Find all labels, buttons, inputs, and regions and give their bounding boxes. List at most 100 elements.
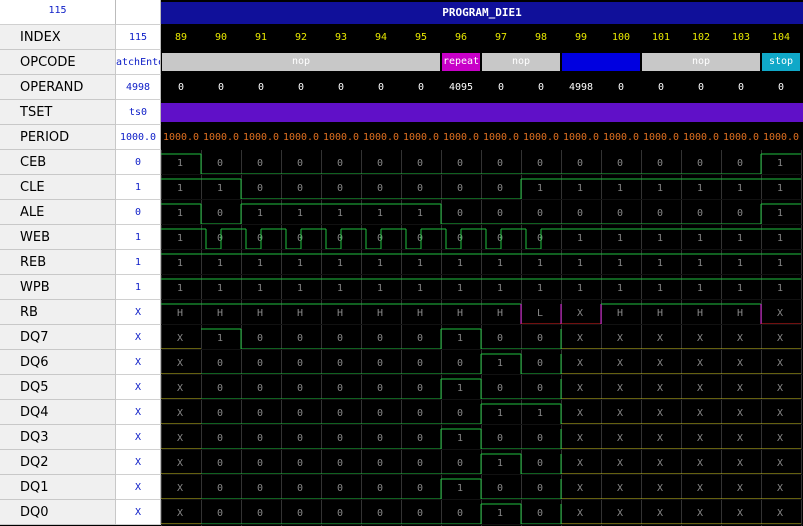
- signal-state: X: [177, 483, 183, 494]
- signal-state: 1: [177, 283, 183, 294]
- signal-state: X: [177, 333, 183, 344]
- signal-state: H: [297, 308, 303, 319]
- signal-state: 0: [497, 208, 503, 219]
- signal-state: 0: [377, 158, 383, 169]
- signal-state: 1: [777, 258, 783, 269]
- signal-state: 1: [377, 258, 383, 269]
- signal-state: 1: [777, 233, 783, 244]
- signal-state: 1: [497, 458, 503, 469]
- signal-state: 0: [457, 158, 463, 169]
- signal-state: H: [737, 308, 743, 319]
- signal-state: 0: [657, 208, 663, 219]
- signal-state: X: [177, 383, 183, 394]
- signal-state: 1: [737, 283, 743, 294]
- signal-state: 1: [657, 283, 663, 294]
- signal-state: X: [737, 433, 743, 444]
- signal-state: 0: [297, 158, 303, 169]
- signal-state: 1: [177, 258, 183, 269]
- signal-state: 1: [537, 283, 543, 294]
- signal-state: 1: [537, 408, 543, 419]
- signal-state: 1: [177, 158, 183, 169]
- signal-state: 0: [497, 333, 503, 344]
- signal-state: 0: [297, 508, 303, 519]
- signal-state: X: [777, 358, 783, 369]
- signal-state: 1: [617, 183, 623, 194]
- signal-state: X: [657, 358, 663, 369]
- signal-state: X: [177, 408, 183, 419]
- signal-state: 0: [297, 408, 303, 419]
- signal-state: 1: [297, 283, 303, 294]
- signal-state: 1: [257, 258, 263, 269]
- signal-state: 0: [337, 458, 343, 469]
- signal-state: 1: [217, 258, 223, 269]
- signal-state: X: [617, 433, 623, 444]
- signal-state: 0: [217, 408, 223, 419]
- signal-state: 1: [217, 283, 223, 294]
- signal-state: 0: [577, 158, 583, 169]
- signal-state: 0: [417, 158, 423, 169]
- signal-state: 0: [257, 158, 263, 169]
- signal-state: X: [577, 408, 583, 419]
- signal-state: 0: [257, 333, 263, 344]
- signal-state: 1: [337, 283, 343, 294]
- signal-state: X: [697, 458, 703, 469]
- signal-state: 0: [537, 458, 543, 469]
- signal-state: 1: [617, 283, 623, 294]
- signal-state: X: [177, 433, 183, 444]
- signal-state: X: [617, 408, 623, 419]
- signal-state: 0: [337, 358, 343, 369]
- signal-state: 1: [457, 333, 463, 344]
- signal-state: X: [777, 408, 783, 419]
- signal-state: 0: [217, 433, 223, 444]
- signal-state: 0: [737, 158, 743, 169]
- signal-state: 1: [617, 233, 623, 244]
- signal-state: 1: [417, 258, 423, 269]
- signal-state: 0: [417, 333, 423, 344]
- signal-state: 0: [537, 158, 543, 169]
- signal-state: 0: [697, 158, 703, 169]
- signal-state: 1: [497, 283, 503, 294]
- signal-state: X: [697, 333, 703, 344]
- signal-state: 1: [737, 183, 743, 194]
- signal-state: 1: [337, 258, 343, 269]
- signal-state: 0: [457, 233, 463, 244]
- signal-state: 0: [497, 183, 503, 194]
- signal-state: H: [177, 308, 183, 319]
- signal-state: X: [777, 433, 783, 444]
- signal-state: 0: [457, 183, 463, 194]
- signal-state: 0: [297, 383, 303, 394]
- signal-state: 1: [657, 233, 663, 244]
- signal-state: 0: [537, 508, 543, 519]
- signal-state: 1: [777, 158, 783, 169]
- signal-state: 1: [417, 208, 423, 219]
- signal-state: H: [257, 308, 263, 319]
- signal-state: X: [617, 383, 623, 394]
- signal-state: 0: [297, 183, 303, 194]
- signal-state: 0: [217, 208, 223, 219]
- signal-state: H: [497, 308, 503, 319]
- signal-state: 1: [457, 433, 463, 444]
- signal-state: 0: [377, 433, 383, 444]
- signal-state: 0: [257, 458, 263, 469]
- signal-state: 1: [297, 208, 303, 219]
- signal-state: X: [697, 383, 703, 394]
- signal-state: 0: [297, 433, 303, 444]
- signal-state: H: [457, 308, 463, 319]
- signal-state: 0: [217, 233, 223, 244]
- signal-state: 0: [417, 233, 423, 244]
- signal-state: X: [657, 433, 663, 444]
- signal-state: 0: [617, 208, 623, 219]
- signal-state: 0: [337, 233, 343, 244]
- signal-state: 0: [377, 183, 383, 194]
- signal-state: 1: [657, 258, 663, 269]
- signal-state: 1: [497, 408, 503, 419]
- signal-state: 0: [377, 483, 383, 494]
- signal-state: 0: [377, 358, 383, 369]
- signal-state: 0: [497, 433, 503, 444]
- signal-state: 1: [577, 183, 583, 194]
- signal-state: 1: [177, 183, 183, 194]
- signal-state: 0: [417, 458, 423, 469]
- signal-state: 1: [497, 508, 503, 519]
- signal-state: 0: [217, 458, 223, 469]
- signal-state: X: [697, 433, 703, 444]
